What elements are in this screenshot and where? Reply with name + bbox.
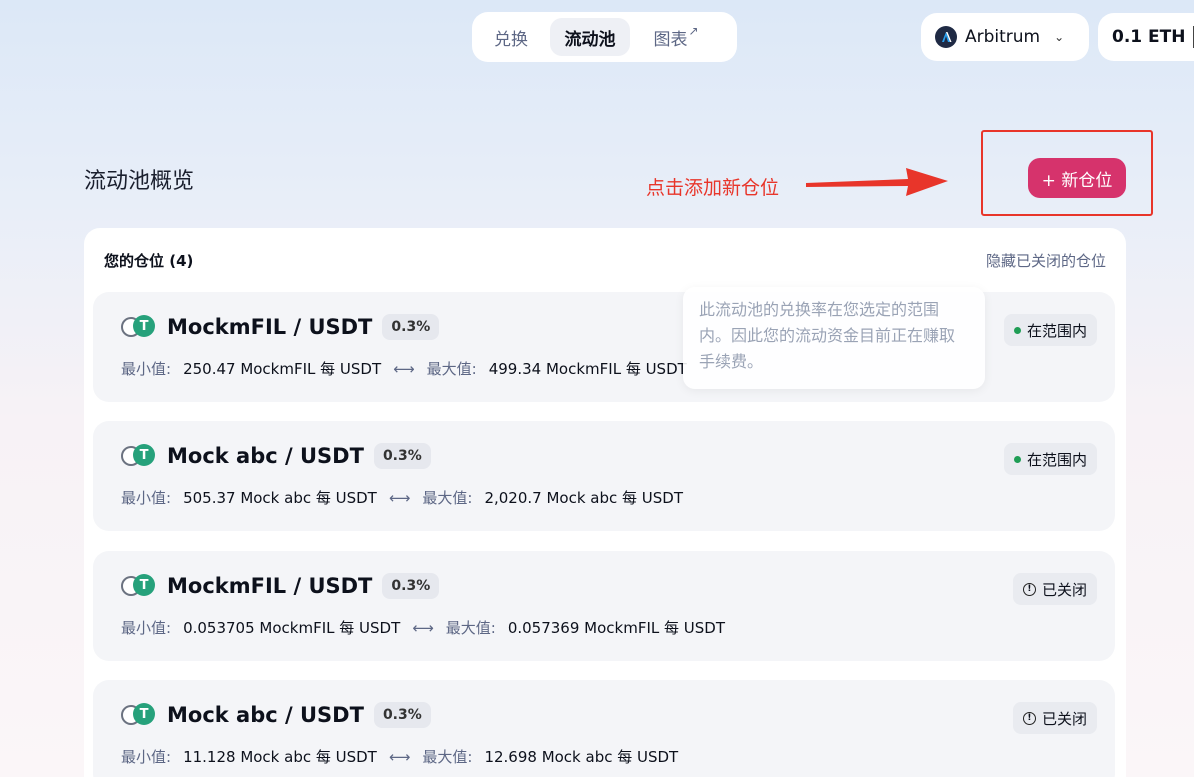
- annotation-arrow-icon: [806, 168, 948, 196]
- fee-tier-badge: 0.3%: [373, 443, 431, 469]
- min-value: 0.053705 MockmFIL 每 USDT: [183, 619, 401, 637]
- max-label: 最大值:: [426, 360, 477, 378]
- status-label: 在范围内: [1026, 450, 1087, 469]
- fee-tier-badge: 0.3%: [382, 573, 440, 599]
- max-value: 2,020.7 Mock abc 每 USDT: [484, 489, 683, 507]
- chevron-down-icon: ⌄: [1054, 30, 1065, 44]
- position-card[interactable]: T MockmFIL / USDT 0.3% 最小值: 0.053705 Moc…: [93, 551, 1115, 661]
- status-badge: 在范围内: [1003, 314, 1097, 346]
- min-value: 11.128 Mock abc 每 USDT: [183, 748, 377, 766]
- price-range: 最小值: 505.37 Mock abc 每 USDT ⟷ 最大值: 2,020…: [121, 487, 683, 508]
- price-range: 最小值: 11.128 Mock abc 每 USDT ⟷ 最大值: 12.69…: [121, 746, 678, 767]
- balance-value: 0.1 ETH: [1112, 27, 1186, 47]
- new-position-button[interactable]: + 新仓位: [1028, 158, 1126, 198]
- top-nav-tabs: 兑换 流动池 图表 ↗: [472, 12, 737, 62]
- in-range-dot-icon: [1013, 455, 1021, 463]
- min-label: 最小值:: [121, 619, 172, 637]
- usdt-logo-icon: T: [133, 574, 155, 596]
- usdt-logo-icon: T: [133, 444, 155, 466]
- min-value: 505.37 Mock abc 每 USDT: [183, 489, 377, 507]
- tab-swap-label: 兑换: [494, 29, 528, 50]
- token-pair-logos: T: [121, 574, 157, 598]
- in-range-dot-icon: [1013, 326, 1021, 334]
- min-value: 250.47 MockmFIL 每 USDT: [183, 360, 382, 378]
- max-value: 12.698 Mock abc 每 USDT: [484, 748, 679, 766]
- fee-tier-badge: 0.3%: [382, 314, 440, 340]
- network-selector[interactable]: Arbitrum ⌄: [921, 13, 1089, 61]
- pair-name: MockmFIL / USDT: [167, 574, 373, 598]
- position-card[interactable]: T Mock abc / USDT 0.3% 最小值: 505.37 Mock …: [93, 421, 1115, 531]
- min-label: 最小值:: [121, 489, 172, 507]
- swap-arrows-icon: ⟷: [388, 488, 411, 507]
- fee-tier-badge: 0.3%: [373, 702, 431, 728]
- max-label: 最大值:: [422, 489, 473, 507]
- hide-closed-positions-link[interactable]: 隐藏已关闭的仓位: [986, 250, 1106, 271]
- tab-swap[interactable]: 兑换: [478, 18, 544, 56]
- min-label: 最小值:: [121, 748, 172, 766]
- status-badge: 在范围内: [1003, 443, 1097, 475]
- arbitrum-icon: [935, 26, 957, 48]
- usdt-logo-icon: T: [133, 315, 155, 337]
- pair-name: Mock abc / USDT: [167, 444, 364, 468]
- max-label: 最大值:: [445, 619, 496, 637]
- max-value: 0.057369 MockmFIL 每 USDT: [507, 619, 725, 637]
- token-pair-logos: T: [121, 703, 157, 727]
- max-value: 499.34 MockmFIL 每 USDT: [488, 360, 687, 378]
- in-range-tooltip: 此流动池的兑换率在您选定的范围内。因此您的流动资金目前正在赚取手续费。: [683, 287, 985, 389]
- annotation-text: 点击添加新仓位: [646, 177, 780, 199]
- tab-charts-label: 图表: [653, 29, 688, 50]
- page-title: 流动池概览: [84, 169, 195, 194]
- swap-arrows-icon: ⟷: [412, 618, 434, 637]
- tab-charts[interactable]: 图表 ↗: [636, 18, 716, 56]
- price-range: 最小值: 250.47 MockmFIL 每 USDT ⟷ 最大值: 499.3…: [121, 358, 687, 379]
- pair-name: MockmFIL / USDT: [167, 315, 373, 339]
- price-range: 最小值: 0.053705 MockmFIL 每 USDT ⟷ 最大值: 0.0…: [121, 617, 725, 638]
- network-name: Arbitrum: [965, 27, 1041, 47]
- info-icon: !: [1022, 711, 1036, 725]
- min-label: 最小值:: [121, 360, 172, 378]
- token-pair-logos: T: [121, 444, 157, 468]
- swap-arrows-icon: ⟷: [388, 747, 411, 766]
- wallet-balance[interactable]: 0.1 ETH: [1098, 13, 1194, 61]
- status-label: 已关闭: [1041, 709, 1087, 728]
- position-card[interactable]: T Mock abc / USDT 0.3% 最小值: 11.128 Mock …: [93, 680, 1115, 777]
- status-badge: ! 已关闭: [1012, 573, 1097, 605]
- status-badge: ! 已关闭: [1012, 702, 1097, 734]
- max-label: 最大值:: [422, 748, 473, 766]
- status-label: 已关闭: [1041, 580, 1087, 599]
- swap-arrows-icon: ⟷: [393, 359, 415, 378]
- tab-pool[interactable]: 流动池: [550, 18, 630, 56]
- tab-pool-label: 流动池: [564, 29, 616, 50]
- info-icon: !: [1022, 582, 1036, 596]
- positions-title: 您的仓位 (4): [104, 252, 194, 270]
- external-link-icon: ↗: [688, 24, 699, 38]
- pair-name: Mock abc / USDT: [167, 703, 364, 727]
- usdt-logo-icon: T: [133, 703, 155, 725]
- status-label: 在范围内: [1026, 321, 1087, 340]
- token-pair-logos: T: [121, 315, 157, 339]
